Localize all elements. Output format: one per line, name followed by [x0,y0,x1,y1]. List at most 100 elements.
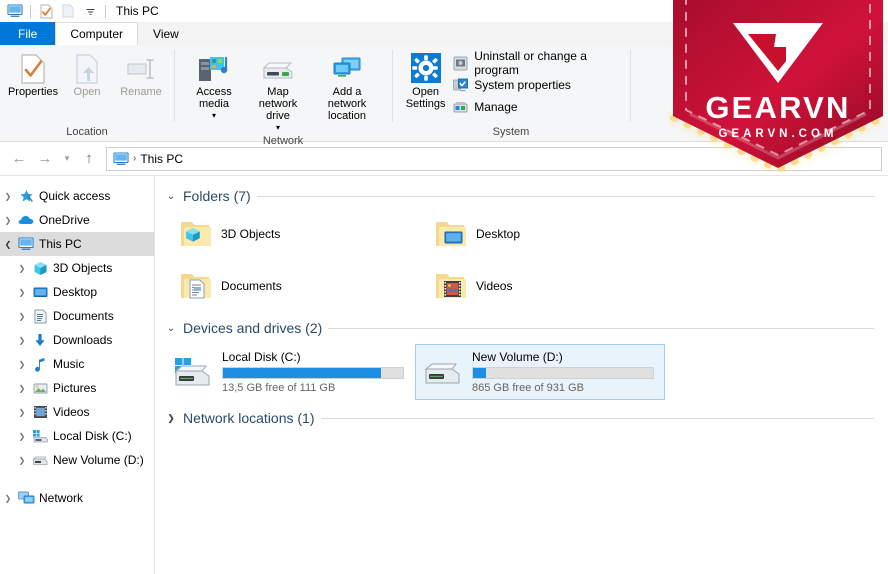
sidebar-item-label: Music [53,357,85,371]
recent-locations-chevron-icon[interactable]: ▾ [58,146,76,172]
folder-item-documents[interactable]: Documents [165,260,420,312]
ribbon-group-network-label: Network [262,135,304,147]
rename-label: Rename [120,86,162,98]
sidebar-item-label: Local Disk (C:) [53,429,132,443]
chevron-right-icon[interactable]: ❯ [14,456,30,465]
ribbon-tabstrip: File Computer View [0,22,888,45]
sidebar-item-new-volume-d[interactable]: ❯ New Volume (D:) [0,448,154,472]
properties-label: Properties [7,86,59,98]
open-settings-button[interactable]: Open Settings [402,49,449,113]
sidebar-item-documents[interactable]: ❯ Documents [0,304,154,328]
drive-item-local-disk-c[interactable]: Local Disk (C:) 13,5 GB free of 111 GB [165,344,415,400]
rename-button[interactable]: Rename [114,49,168,101]
open-button[interactable]: Open [60,49,114,101]
tab-file[interactable]: File [0,22,56,45]
folder-documents-icon [179,270,213,302]
sidebar-item-music[interactable]: ❯ Music [0,352,154,376]
add-network-location-icon [330,52,364,84]
chevron-right-icon[interactable]: ❯ [14,288,30,297]
this-pc-icon [16,237,36,251]
sidebar-item-label: Documents [53,309,114,323]
chevron-right-icon[interactable]: ❯ [14,264,30,273]
chevron-right-icon[interactable]: ❯ [14,432,30,441]
forward-arrow-icon[interactable]: → [32,146,58,172]
section-header-network-locations[interactable]: ❯ Network locations (1) [165,410,888,426]
manage-button[interactable]: Manage [449,96,620,118]
chevron-down-icon[interactable]: ▾ [212,112,216,120]
properties-icon[interactable] [35,1,57,21]
navigation-bar: ← → ▾ ↑ › This PC [0,142,888,176]
settings-gear-icon [409,52,443,84]
sidebar-item-quick-access[interactable]: ❯ Quick access [0,184,154,208]
sidebar-item-downloads[interactable]: ❯ Downloads [0,328,154,352]
back-arrow-icon[interactable]: ← [6,146,32,172]
sidebar-item-pictures[interactable]: ❯ Pictures [0,376,154,400]
sidebar-item-label: New Volume (D:) [53,453,144,467]
folder-item-3d-objects[interactable]: 3D Objects [165,208,420,260]
folder-item-desktop[interactable]: Desktop [420,208,675,260]
access-media-button[interactable]: Access media ▾ [182,49,246,123]
ribbon: Properties Open Rename Location Access m… [0,45,888,147]
customize-chevron-icon[interactable] [79,1,101,21]
title-separator [105,4,106,18]
sidebar-item-this-pc[interactable]: ❮ This PC [0,232,154,256]
ribbon-group-system: Open Settings Uninstall or change a prog… [392,45,630,142]
chevron-right-icon[interactable]: ❯ [14,408,30,417]
system-properties-button[interactable]: System properties [449,74,620,96]
file-explorer-window: This PC File Computer View Properties Op… [0,0,888,574]
this-pc-icon[interactable] [4,1,26,21]
folder-item-videos[interactable]: Videos [420,260,675,312]
section-title: Devices and drives (2) [183,320,323,336]
folder-label: 3D Objects [221,227,281,241]
add-network-location-button[interactable]: Add a network location [310,49,384,125]
open-icon [74,52,100,84]
drive-icon [422,357,464,387]
sidebar-item-network[interactable]: ❯ Network [0,486,154,510]
sidebar-item-desktop[interactable]: ❯ Desktop [0,280,154,304]
sidebar-item-3d-objects[interactable]: ❯ 3D Objects [0,256,154,280]
section-header-drives[interactable]: ⌄ Devices and drives (2) [165,320,888,336]
properties-button[interactable]: Properties [6,49,60,101]
chevron-right-icon[interactable]: ❯ [165,413,177,424]
rename-icon [126,52,156,84]
sidebar-item-local-disk-c[interactable]: ❯ Local Disk (C:) [0,424,154,448]
this-pc-icon [113,151,129,166]
uninstall-program-button[interactable]: Uninstall or change a program [449,49,620,77]
chevron-down-icon[interactable]: ▾ [276,124,280,132]
folder-videos-icon [434,270,468,302]
chevron-right-icon[interactable]: ❯ [0,494,16,503]
tab-computer[interactable]: Computer [55,22,139,45]
chevron-right-icon[interactable]: ❯ [14,312,30,321]
section-header-folders[interactable]: ⌄ Folders (7) [165,188,888,204]
map-network-drive-button[interactable]: Map network drive ▾ [246,49,310,135]
drive-usage-bar [222,367,404,379]
chevron-down-icon[interactable]: ❮ [0,240,16,249]
chevron-right-icon[interactable]: ❯ [14,336,30,345]
system-properties-label: System properties [474,78,571,92]
qat-separator [30,4,31,18]
sidebar-item-onedrive[interactable]: ❯ OneDrive [0,208,154,232]
drive-tiles: Local Disk (C:) 13,5 GB free of 111 GB N… [165,340,888,400]
ribbon-group-network: Access media ▾ Map network drive ▾ Add a… [174,45,392,147]
map-network-drive-label: Map network drive [258,86,298,122]
sidebar-item-videos[interactable]: ❯ Videos [0,400,154,424]
tab-view[interactable]: View [138,22,194,45]
chevron-right-icon[interactable]: ❯ [0,192,16,201]
onedrive-cloud-icon [16,214,36,226]
properties-icon [20,52,46,84]
chevron-right-icon[interactable]: ❯ [14,384,30,393]
chevron-right-icon[interactable]: ❯ [0,216,16,225]
breadcrumb[interactable]: This PC [140,152,183,166]
ribbon-group-overflow [630,45,888,142]
chevron-right-icon[interactable]: ❯ [14,360,30,369]
new-folder-icon[interactable] [57,1,79,21]
content-pane: ⌄ Folders (7) 3D Objects Desktop Documen… [155,176,888,574]
open-settings-label: Open Settings [405,86,446,110]
breadcrumb-separator[interactable]: › [133,153,136,164]
drive-item-new-volume-d[interactable]: New Volume (D:) 865 GB free of 931 GB [415,344,665,400]
folder-label: Videos [476,279,513,293]
chevron-down-icon[interactable]: ⌄ [165,191,177,202]
drive-usage-bar [472,367,654,379]
up-arrow-icon[interactable]: ↑ [76,146,102,172]
chevron-down-icon[interactable]: ⌄ [165,323,177,334]
